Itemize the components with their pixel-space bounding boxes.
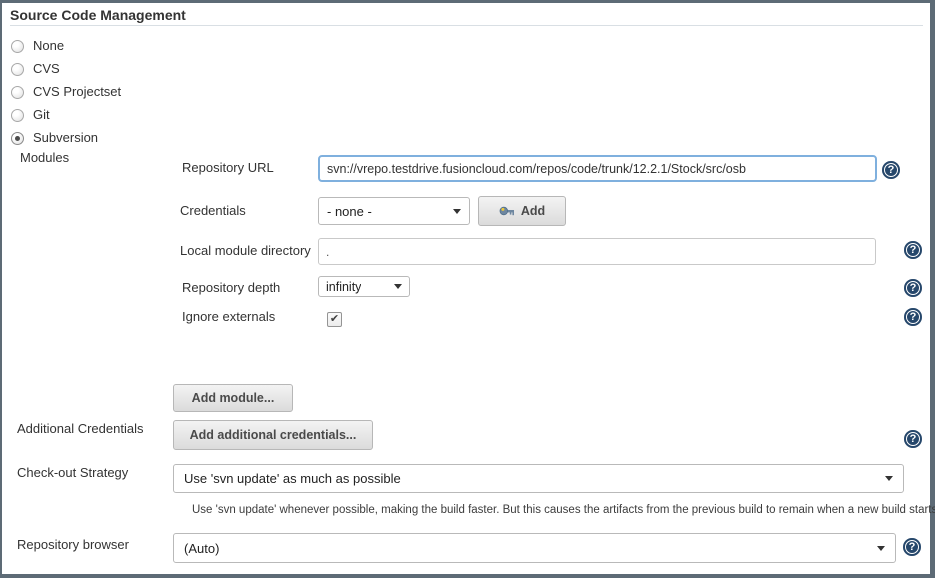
scm-radio-git[interactable] (11, 109, 24, 122)
repository-url-input[interactable] (318, 155, 877, 182)
scm-radio-cvs-label[interactable]: CVS (33, 61, 60, 77)
ignore-externals-help-icon[interactable]: ? (904, 308, 922, 326)
ignore-externals-checkbox[interactable]: ✔ (327, 312, 342, 327)
checkmark-icon: ✔ (330, 313, 339, 325)
scm-radio-cvs-projectset[interactable] (11, 86, 24, 99)
repository-browser-help-icon[interactable]: ? (903, 538, 921, 556)
add-additional-credentials-button[interactable]: Add additional credentials... (173, 420, 373, 450)
credentials-add-button-label: Add (521, 204, 545, 218)
scm-radio-none[interactable] (11, 40, 24, 53)
checkout-strategy-select-value: Use 'svn update' as much as possible (184, 471, 401, 486)
key-icon (499, 203, 515, 219)
modules-section-label: Modules (20, 150, 69, 166)
credentials-label: Credentials (180, 203, 246, 219)
scm-radio-git-label[interactable]: Git (33, 107, 50, 123)
repository-browser-label: Repository browser (17, 537, 129, 553)
checkout-strategy-label: Check-out Strategy (17, 465, 128, 481)
chevron-down-icon (453, 209, 461, 214)
chevron-down-icon (394, 284, 402, 289)
repository-url-help-icon[interactable]: ? (882, 161, 900, 179)
additional-credentials-help-icon[interactable]: ? (904, 430, 922, 448)
scm-radio-subversion[interactable] (11, 132, 24, 145)
checkout-strategy-select[interactable]: Use 'svn update' as much as possible (173, 464, 904, 493)
repository-depth-select-value: infinity (326, 280, 361, 294)
credentials-select-value: - none - (327, 204, 372, 219)
chevron-down-icon (885, 476, 893, 481)
repository-url-label: Repository URL (182, 160, 274, 176)
scm-radio-cvs-projectset-label[interactable]: CVS Projectset (33, 84, 121, 100)
local-module-directory-input[interactable] (318, 238, 876, 265)
local-module-directory-help-icon[interactable]: ? (904, 241, 922, 259)
ignore-externals-label: Ignore externals (182, 309, 275, 325)
scm-radio-cvs[interactable] (11, 63, 24, 76)
section-title: Source Code Management (10, 7, 186, 23)
repository-browser-select[interactable]: (Auto) (173, 533, 896, 563)
add-module-button[interactable]: Add module... (173, 384, 293, 412)
section-divider (10, 25, 923, 26)
additional-credentials-label: Additional Credentials (17, 421, 143, 437)
scm-radio-subversion-label[interactable]: Subversion (33, 130, 98, 146)
repository-depth-help-icon[interactable]: ? (904, 279, 922, 297)
local-module-directory-label: Local module directory (180, 243, 311, 259)
checkout-strategy-description: Use 'svn update' whenever possible, maki… (192, 504, 935, 516)
scm-radio-none-label[interactable]: None (33, 38, 64, 54)
repository-depth-label: Repository depth (182, 280, 280, 296)
credentials-select[interactable]: - none - (318, 197, 470, 225)
chevron-down-icon (877, 546, 885, 551)
scm-config-window: Source Code Management None CVS CVS Proj… (0, 0, 935, 578)
repository-browser-select-value: (Auto) (184, 541, 219, 556)
repository-depth-select[interactable]: infinity (318, 276, 410, 297)
credentials-add-button[interactable]: Add (478, 196, 566, 226)
